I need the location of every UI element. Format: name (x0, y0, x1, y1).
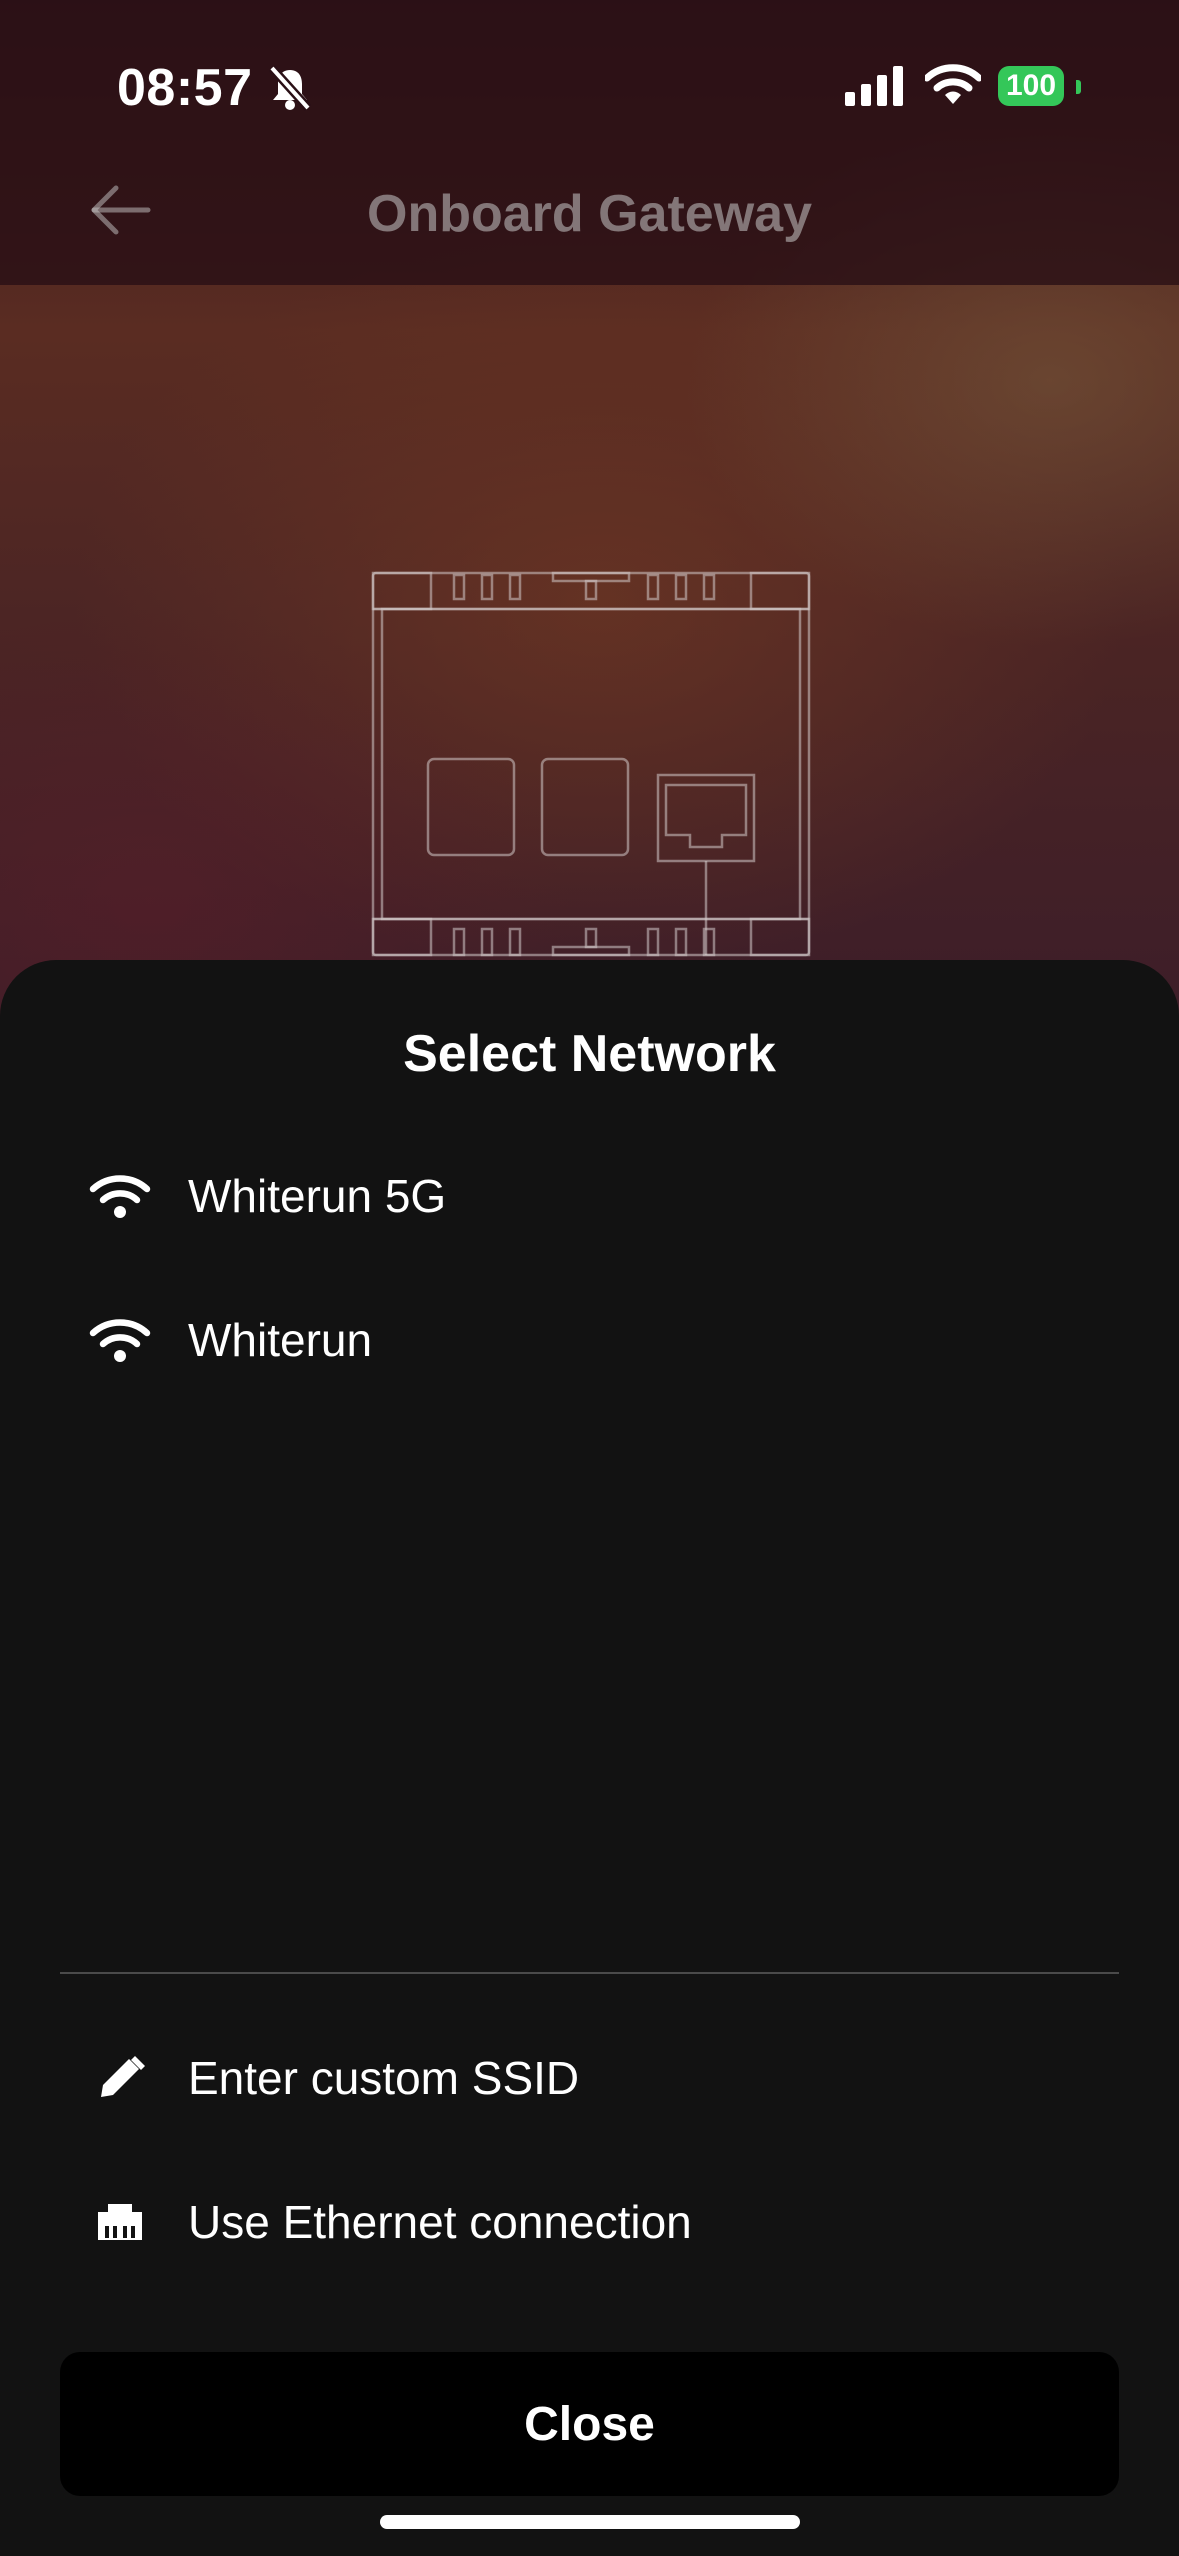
option-label: Use Ethernet connection (188, 2196, 692, 2248)
network-item-whiterun-5g[interactable]: Whiterun 5G (60, 1136, 1120, 1256)
option-label: Enter custom SSID (188, 2052, 580, 2104)
wifi-icon (45, 1173, 195, 1219)
gateway-device-illustration (368, 565, 814, 965)
ethernet-icon (45, 2202, 195, 2242)
bell-muted-icon (268, 64, 312, 117)
enter-custom-ssid-option[interactable]: Enter custom SSID (60, 2018, 1120, 2138)
pencil-icon (45, 2053, 195, 2103)
page-title: Onboard Gateway (367, 185, 812, 243)
battery-indicator: 100 (998, 66, 1064, 106)
wifi-status-icon (923, 64, 983, 111)
use-ethernet-option[interactable]: Use Ethernet connection (60, 2162, 1120, 2282)
sheet-title: Select Network (403, 1025, 776, 1083)
network-label: Whiterun 5G (188, 1170, 447, 1222)
network-label: Whiterun (188, 1314, 373, 1366)
divider (60, 1972, 1119, 1974)
network-item-whiterun[interactable]: Whiterun (60, 1280, 1120, 1400)
status-time: 08:57 (117, 59, 253, 117)
cellular-signal-icon (845, 66, 905, 111)
wifi-icon (45, 1317, 195, 1363)
close-button[interactable]: Close (60, 2352, 1119, 2496)
top-bar: 08:57 100 Onboard Gateway (0, 0, 1179, 285)
home-indicator[interactable] (380, 2515, 800, 2529)
battery-nub (1076, 80, 1081, 94)
